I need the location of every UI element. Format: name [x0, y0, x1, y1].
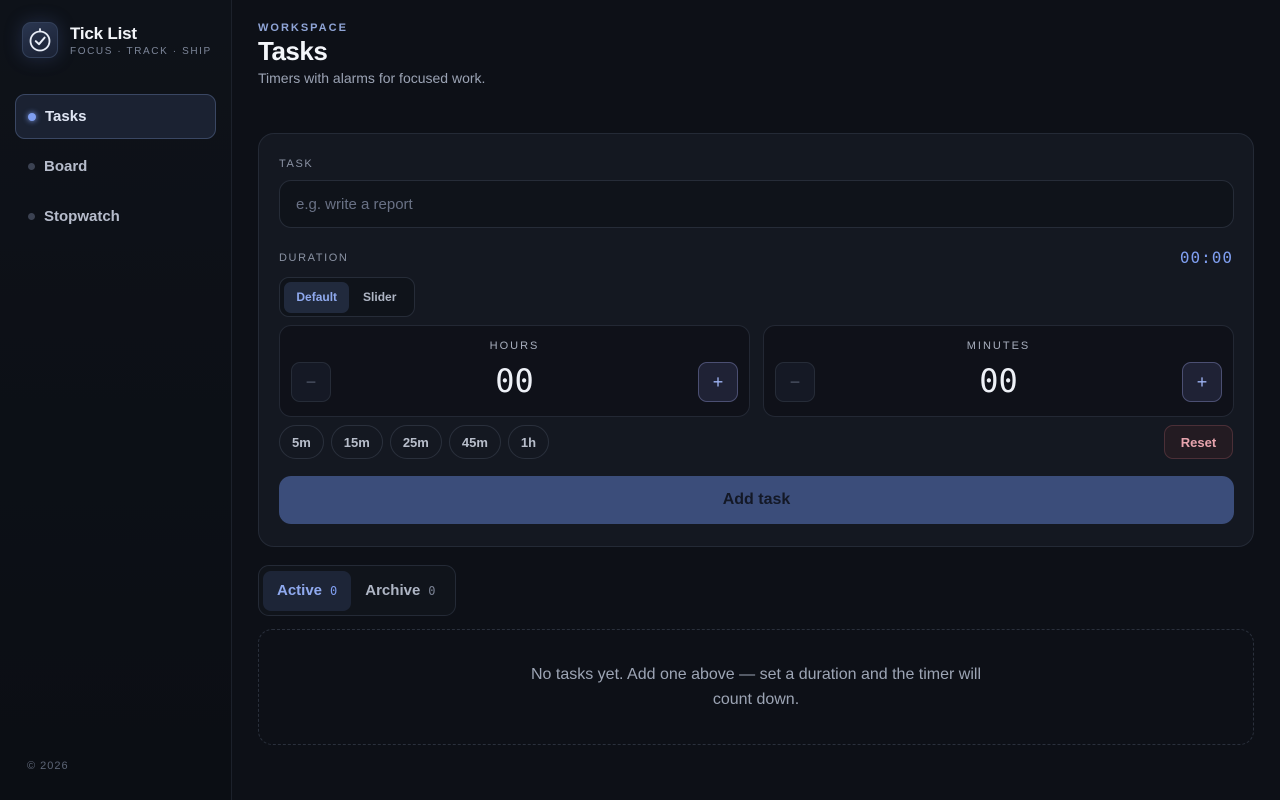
tab-label: Archive — [365, 582, 421, 599]
sidebar-nav: Tasks Board Stopwatch — [15, 94, 216, 244]
preset-5m-button[interactable]: 5m — [279, 425, 324, 459]
page-title: Tasks — [258, 36, 328, 66]
sidebar-item-label: Tasks — [45, 108, 87, 125]
section-eyebrow: WORKSPACE — [258, 22, 348, 34]
hours-stepper: HOURS − 00 + — [279, 325, 750, 417]
page-header: WORKSPACE Tasks Timers with alarms for f… — [258, 22, 485, 86]
hours-increment-button[interactable]: + — [698, 362, 738, 402]
task-input[interactable] — [279, 180, 1234, 228]
preset-25m-button[interactable]: 25m — [389, 425, 442, 459]
indicator-dot-icon — [28, 163, 35, 170]
empty-state-message: No tasks yet. Add one above — set a dura… — [530, 666, 982, 708]
app-title: Tick List — [70, 23, 137, 43]
tab-label: Active — [277, 582, 323, 599]
minutes-label: MINUTES — [966, 340, 1031, 352]
active-indicator-dot-icon — [28, 112, 36, 121]
preset-45m-button[interactable]: 45m — [448, 425, 501, 459]
tab-count: 0 — [428, 583, 436, 598]
indicator-dot-icon — [28, 213, 35, 220]
tab-active[interactable]: Active 0 — [263, 570, 352, 611]
new-task-card: TASK DURATION 00:00 Default Slider HOURS… — [258, 133, 1254, 547]
sidebar-item-tasks[interactable]: Tasks — [15, 94, 216, 139]
duration-label: DURATION — [279, 252, 349, 264]
preset-15m-button[interactable]: 15m — [330, 425, 383, 459]
hours-value: 00 — [495, 362, 534, 400]
preset-1h-button[interactable]: 1h — [507, 425, 550, 459]
task-field-label: TASK — [279, 158, 314, 170]
sidebar-item-label: Board — [44, 158, 88, 175]
sidebar-item-label: Stopwatch — [44, 208, 120, 225]
task-tabs: Active 0 Archive 0 — [258, 565, 456, 616]
app-tagline: FOCUS · TRACK · SHIP — [70, 45, 212, 57]
mode-slider-button[interactable]: Slider — [349, 282, 410, 313]
main-content: WORKSPACE Tasks Timers with alarms for f… — [232, 0, 1280, 800]
tab-count: 0 — [330, 583, 338, 598]
reset-button[interactable]: Reset — [1164, 425, 1233, 459]
copyright: © 2026 — [27, 760, 69, 772]
minutes-value: 00 — [979, 362, 1018, 400]
add-task-button[interactable]: Add task — [279, 476, 1234, 524]
mode-default-button[interactable]: Default — [284, 281, 350, 313]
tab-archive[interactable]: Archive 0 — [351, 571, 449, 611]
hours-label: HOURS — [489, 340, 540, 352]
stopwatch-check-logo-icon — [22, 22, 58, 58]
sidebar-item-board[interactable]: Board — [15, 144, 216, 189]
duration-mode-toggle: Default Slider — [279, 277, 415, 317]
sidebar: Tick List FOCUS · TRACK · SHIP Tasks Boa… — [0, 0, 232, 800]
brand: Tick List FOCUS · TRACK · SHIP — [22, 22, 212, 58]
sidebar-item-stopwatch[interactable]: Stopwatch — [15, 194, 216, 239]
minutes-increment-button[interactable]: + — [1182, 362, 1222, 402]
empty-state: No tasks yet. Add one above — set a dura… — [258, 629, 1254, 745]
minutes-stepper: MINUTES − 00 + — [763, 325, 1234, 417]
duration-readout: 00:00 — [1179, 248, 1233, 267]
duration-presets: 5m 15m 25m 45m 1h — [279, 425, 556, 459]
page-subtitle: Timers with alarms for focused work. — [258, 70, 486, 86]
